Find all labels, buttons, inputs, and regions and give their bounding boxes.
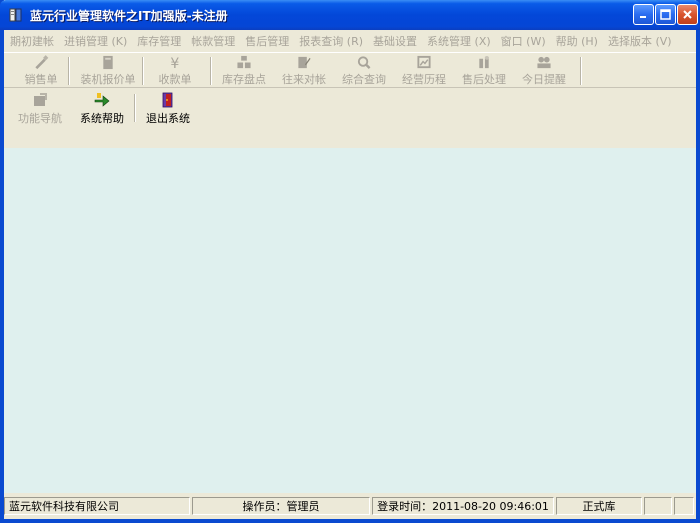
- status-bar: 蓝元软件科技有限公司 操作员：管理员 登录时间：2011-08-20 09:46…: [4, 494, 696, 518]
- menu-help[interactable]: 帮助 (H): [556, 33, 598, 49]
- help-arrow-icon: [94, 93, 110, 107]
- general-query-button[interactable]: 综合查询: [338, 55, 390, 87]
- menu-after-sales[interactable]: 售后管理: [245, 33, 289, 49]
- menu-bar: 期初建帐 进销管理 (K) 库存管理 帐款管理 售后管理 报表查询 (R) 基础…: [4, 30, 696, 52]
- close-button[interactable]: [677, 4, 698, 25]
- magnifier-icon: [357, 56, 371, 69]
- pencil-icon: [35, 55, 49, 70]
- exit-system-label: 退出系统: [146, 112, 190, 125]
- computer-case-icon: [103, 55, 113, 70]
- sales-order-button[interactable]: 销售单: [18, 55, 64, 87]
- menu-select-version[interactable]: 选择版本 (V): [608, 33, 672, 49]
- maximize-icon: [660, 9, 671, 20]
- function-nav-button[interactable]: 功能导航: [14, 92, 66, 126]
- maximize-button[interactable]: [655, 4, 676, 25]
- navigation-icon: [34, 93, 47, 106]
- sales-order-label: 销售单: [24, 73, 58, 86]
- status-extra: [644, 497, 672, 515]
- status-database: 正式库: [556, 497, 642, 515]
- inventory-check-button[interactable]: 库存盘点: [218, 55, 270, 87]
- menu-purchase-sales[interactable]: 进销管理 (K): [64, 33, 127, 49]
- assembly-quote-button[interactable]: 装机报价单: [78, 55, 138, 87]
- document-edit-icon: [298, 56, 311, 69]
- menu-accounts[interactable]: 帐款管理: [191, 33, 235, 49]
- size-grip[interactable]: [674, 497, 694, 515]
- business-history-label: 经营历程: [402, 73, 446, 86]
- exit-system-button[interactable]: 退出系统: [142, 92, 194, 126]
- close-icon: [683, 10, 692, 19]
- status-operator: 操作员：管理员: [192, 497, 370, 515]
- business-history-button[interactable]: 经营历程: [398, 55, 450, 87]
- today-reminder-button[interactable]: 今日提醒: [518, 55, 570, 87]
- secondary-toolbar: 功能导航 系统帮助 退出系统: [4, 88, 696, 128]
- menu-inventory[interactable]: 库存管理: [137, 33, 181, 49]
- toolbar-separator: [580, 57, 582, 85]
- main-window: 蓝元行业管理软件之IT加强版-未注册 期初建帐 进销管理 (K) 库存管理 帐款…: [0, 0, 700, 523]
- after-sales-label: 售后处理: [462, 73, 506, 86]
- window-title: 蓝元行业管理软件之IT加强版-未注册: [30, 9, 228, 23]
- tools-icon: [479, 55, 489, 69]
- assembly-quote-label: 装机报价单: [80, 73, 136, 86]
- yen-icon: ¥: [170, 56, 179, 70]
- account-reconcile-label: 往来对帐: [282, 73, 326, 86]
- main-toolbar: 销售单 装机报价单 ¥ 收款单 库存盘点 往来对帐 综合查询 经营历程 售后处理…: [4, 52, 696, 88]
- account-reconcile-button[interactable]: 往来对帐: [278, 55, 330, 87]
- status-login-time: 登录时间：2011-08-20 09:46:01: [372, 497, 554, 515]
- minimize-icon: [640, 16, 646, 18]
- boxes-icon: [237, 55, 251, 69]
- function-nav-label: 功能导航: [18, 112, 62, 125]
- menu-reports[interactable]: 报表查询 (R): [299, 33, 363, 49]
- today-reminder-label: 今日提醒: [522, 73, 566, 86]
- menu-window[interactable]: 窗口 (W): [501, 33, 546, 49]
- general-query-label: 综合查询: [342, 73, 386, 86]
- title-bar[interactable]: 蓝元行业管理软件之IT加强版-未注册: [0, 0, 700, 30]
- app-book-icon: [9, 8, 22, 22]
- exit-door-icon: [162, 92, 173, 108]
- status-company: 蓝元软件科技有限公司: [4, 497, 190, 515]
- mdi-client-area[interactable]: [4, 148, 696, 493]
- system-help-label: 系统帮助: [80, 112, 124, 125]
- receipt-label: 收款单: [158, 73, 192, 86]
- toolbar-separator: [134, 94, 136, 122]
- picture-frame-icon: [417, 55, 431, 69]
- svg-text:¥: ¥: [170, 56, 179, 70]
- toolbar-separator: [210, 57, 212, 85]
- after-sales-button[interactable]: 售后处理: [458, 55, 510, 87]
- people-icon: [537, 56, 551, 69]
- receipt-button[interactable]: ¥ 收款单: [152, 55, 198, 87]
- inventory-check-label: 库存盘点: [222, 73, 266, 86]
- menu-system[interactable]: 系统管理 (X): [427, 33, 491, 49]
- minimize-button[interactable]: [633, 4, 654, 25]
- menu-basic-settings[interactable]: 基础设置: [373, 33, 417, 49]
- system-help-button[interactable]: 系统帮助: [76, 92, 128, 126]
- toolbar-separator: [142, 57, 144, 85]
- menu-opening-accounts[interactable]: 期初建帐: [10, 33, 54, 49]
- toolbar-separator: [68, 57, 70, 85]
